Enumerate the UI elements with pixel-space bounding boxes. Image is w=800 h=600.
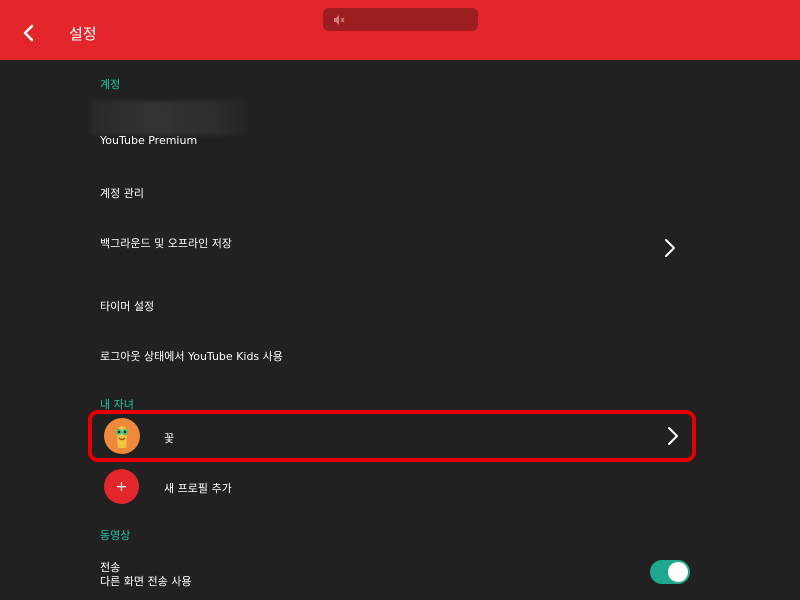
row-background-offline[interactable]: 백그라운드 및 오프라인 저장 (90, 224, 700, 272)
back-button[interactable] (14, 18, 44, 48)
row-label-background-offline: 백그라운드 및 오프라인 저장 (100, 237, 232, 250)
add-profile-button[interactable]: + (104, 469, 139, 504)
page-title: 설정 (69, 25, 97, 43)
cast-subtitle: 다른 화면 전송 사용 (100, 575, 192, 588)
row-signed-out-kids[interactable]: 로그아웃 상태에서 YouTube Kids 사용 (90, 340, 700, 370)
monster-avatar-icon (116, 426, 128, 448)
row-youtube-premium[interactable]: YouTube Premium (90, 128, 700, 154)
child-name: 꽃 (164, 432, 175, 445)
row-label-signed-out-kids: 로그아웃 상태에서 YouTube Kids 사용 (100, 350, 283, 363)
chevron-right-icon (668, 427, 678, 445)
speaker-muted-icon (334, 14, 345, 25)
top-app-bar: 설정 (0, 0, 800, 60)
chevron-left-icon (23, 24, 34, 42)
cast-toggle[interactable] (650, 560, 690, 584)
row-label-manage-account: 계정 관리 (100, 187, 144, 200)
row-manage-account[interactable]: 계정 관리 (90, 176, 700, 206)
plus-icon: + (115, 478, 128, 495)
chevron-right-icon (665, 239, 675, 257)
row-timer[interactable]: 타이머 설정 (90, 290, 700, 320)
row-label-youtube-premium: YouTube Premium (100, 134, 198, 147)
child-profile-row[interactable] (88, 410, 696, 462)
child-avatar (104, 418, 140, 454)
section-label-video: 동영상 (100, 529, 131, 542)
toggle-knob (668, 562, 688, 582)
mute-indicator[interactable] (323, 8, 478, 31)
section-label-account: 계정 (100, 78, 121, 91)
row-label-timer: 타이머 설정 (100, 300, 155, 313)
add-profile-label[interactable]: 새 프로필 추가 (164, 480, 232, 496)
